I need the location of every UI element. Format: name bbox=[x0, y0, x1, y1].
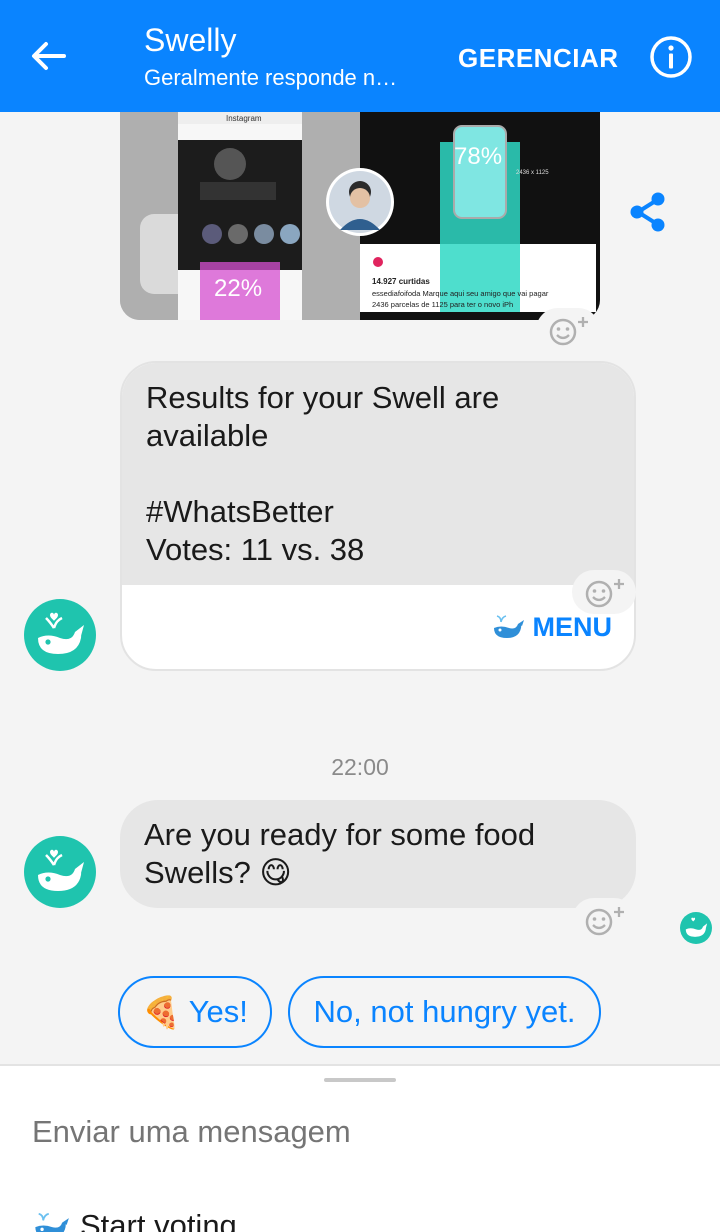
whale-icon bbox=[38, 612, 84, 654]
results-line: Results for your Swell are bbox=[146, 380, 500, 415]
persistent-item-label: Start voting bbox=[80, 1208, 237, 1232]
quick-reply-label: Yes! bbox=[188, 994, 248, 1029]
share-button[interactable] bbox=[626, 190, 670, 234]
header-bar: Swelly Geralmente responde n… GERENCIAR bbox=[0, 0, 720, 112]
add-reaction-icon bbox=[549, 317, 588, 346]
caption-line-1: essediafoifoda Marque aqui seu amigo que… bbox=[372, 289, 549, 298]
info-icon bbox=[650, 36, 692, 78]
whale-icon bbox=[38, 849, 84, 891]
spec-label: 2436 x 1125 bbox=[516, 170, 549, 176]
right-percent-label: 78% bbox=[454, 143, 502, 170]
comparison-image: 22% Instagram 78% 2436 x 1125 14.927 cur… bbox=[120, 112, 600, 320]
chat-thread[interactable]: 22% Instagram 78% 2436 x 1125 14.927 cur… bbox=[0, 112, 720, 1064]
add-reaction-button[interactable] bbox=[572, 570, 636, 614]
whale-icon bbox=[493, 615, 524, 638]
quick-reply-no[interactable]: No, not hungry yet. bbox=[288, 976, 601, 1048]
caption-line-2: 2436 parcelas de 1125 para ter o novo iP… bbox=[372, 300, 513, 309]
arrow-left-icon bbox=[32, 42, 66, 70]
quick-reply-yes[interactable]: 🍕 Yes! bbox=[118, 976, 272, 1048]
manage-button[interactable]: GERENCIAR bbox=[446, 36, 631, 80]
results-card: Results for your Swell are available #Wh… bbox=[120, 361, 636, 671]
likes-label: 14.927 curtidas bbox=[372, 277, 430, 286]
persistent-menu-start-voting[interactable]: Start voting bbox=[32, 1204, 237, 1232]
instagram-label: Instagram bbox=[226, 114, 262, 123]
composer: Start voting bbox=[0, 1064, 720, 1232]
page-subtitle: Geralmente responde n… bbox=[144, 65, 398, 90]
add-reaction-button[interactable] bbox=[572, 898, 636, 942]
message-input[interactable] bbox=[32, 1112, 672, 1152]
page-title[interactable]: Swelly bbox=[144, 20, 236, 60]
whale-icon bbox=[685, 917, 708, 937]
bot-avatar[interactable] bbox=[24, 599, 96, 671]
votes-line: Votes: 11 vs. 38 bbox=[146, 532, 365, 567]
add-reaction-button[interactable] bbox=[536, 308, 600, 352]
read-receipt-avatar bbox=[680, 912, 712, 944]
share-icon bbox=[630, 192, 665, 232]
quick-reply-label: No, not hungry yet. bbox=[313, 994, 576, 1029]
bot-avatar[interactable] bbox=[24, 836, 96, 908]
hashtag-line: #WhatsBetter bbox=[146, 494, 334, 529]
add-reaction-icon bbox=[585, 579, 624, 608]
add-reaction-icon bbox=[585, 907, 624, 936]
results-line: available bbox=[146, 418, 269, 453]
whale-icon bbox=[35, 1212, 69, 1232]
results-line bbox=[146, 455, 610, 493]
message-line: Swells? bbox=[144, 855, 251, 890]
left-percent-label: 22% bbox=[214, 275, 262, 302]
info-button[interactable] bbox=[648, 34, 694, 80]
pizza-emoji: 🍕 bbox=[142, 994, 181, 1030]
message-timestamp: 22:00 bbox=[331, 754, 389, 780]
menu-label: MENU bbox=[532, 611, 613, 642]
results-text: Results for your Swell are available #Wh… bbox=[122, 363, 634, 585]
drag-handle[interactable] bbox=[324, 1078, 396, 1082]
message-line: Are you ready for some food bbox=[144, 817, 536, 852]
back-button[interactable] bbox=[18, 22, 78, 90]
message-bubble: Are you ready for some food Swells? 😋 bbox=[120, 800, 636, 908]
image-attachment[interactable]: 22% Instagram 78% 2436 x 1125 14.927 cur… bbox=[120, 112, 600, 320]
yum-emoji: 😋 bbox=[259, 855, 292, 890]
